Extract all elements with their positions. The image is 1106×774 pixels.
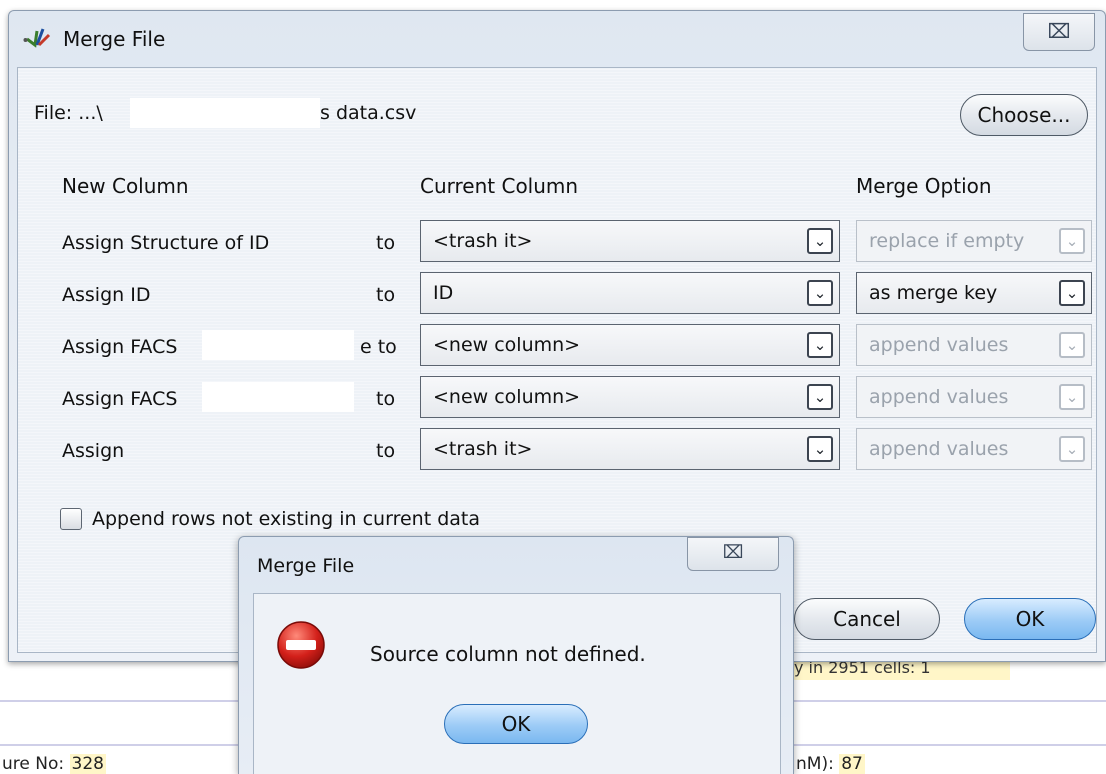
row-label: Assign FACS	[62, 388, 178, 410]
append-rows-label: Append rows not existing in current data	[92, 508, 480, 530]
row-label: Assign Structure of ID	[62, 232, 270, 254]
error-dialog-close-button[interactable]: ⌧	[687, 537, 779, 571]
row-to: e to	[360, 336, 397, 358]
redacted-block	[202, 382, 354, 412]
row-to: to	[376, 232, 396, 254]
append-rows-checkbox[interactable]	[60, 508, 82, 530]
bg-status-right-value: 87	[839, 754, 865, 774]
row-label: Assign	[62, 440, 125, 462]
current-column-select[interactable]: <new column> ⌄	[420, 324, 840, 366]
merge-option-value: append values	[869, 438, 1009, 460]
row-to: to	[376, 284, 396, 306]
bg-status-left: ure No: 328	[2, 754, 106, 774]
file-name-suffix: s data.csv	[320, 102, 417, 124]
dialog-title: Merge File	[63, 27, 166, 51]
bg-status-left-label: ure No:	[2, 754, 65, 774]
chevron-down-icon[interactable]: ⌄	[1059, 436, 1085, 462]
current-column-select[interactable]: <trash it> ⌄	[420, 220, 840, 262]
merge-option-value: replace if empty	[869, 230, 1025, 252]
chevron-down-icon[interactable]: ⌄	[807, 332, 833, 358]
current-column-value: <new column>	[433, 386, 581, 408]
error-dialog-title: Merge File	[257, 555, 355, 577]
current-column-value: <new column>	[433, 334, 581, 356]
header-current-column: Current Column	[420, 174, 579, 198]
error-ok-button[interactable]: OK	[444, 704, 588, 744]
chevron-down-icon[interactable]: ⌄	[807, 384, 833, 410]
chevron-down-icon[interactable]: ⌄	[807, 228, 833, 254]
cancel-button[interactable]: Cancel	[794, 598, 940, 640]
current-column-value: <trash it>	[433, 230, 533, 252]
choose-file-button[interactable]: Choose...	[960, 94, 1088, 136]
bg-status-left-value: 328	[69, 754, 106, 774]
redacted-block	[130, 98, 320, 128]
current-column-value: <trash it>	[433, 438, 533, 460]
dialog-close-button[interactable]: ⌧	[1023, 13, 1095, 51]
bg-status-right: nM): 87	[796, 754, 865, 774]
row-to: to	[376, 388, 396, 410]
dialog-titlebar[interactable]: Merge File ⌧	[9, 11, 1105, 67]
bg-status-right-label: nM):	[796, 754, 834, 774]
error-dialog: Merge File ⌧ Source column not defined. …	[238, 536, 794, 774]
row-label: Assign FACS	[62, 336, 178, 358]
chevron-down-icon[interactable]: ⌄	[807, 436, 833, 462]
chevron-down-icon[interactable]: ⌄	[1059, 332, 1085, 358]
chevron-down-icon[interactable]: ⌄	[807, 280, 833, 306]
current-column-select[interactable]: <new column> ⌄	[420, 376, 840, 418]
merge-option-value: as merge key	[869, 282, 998, 304]
error-message: Source column not defined.	[370, 642, 646, 666]
current-column-select[interactable]: ID ⌄	[420, 272, 840, 314]
merge-option-select[interactable]: append values ⌄	[856, 376, 1092, 418]
row-to: to	[376, 440, 396, 462]
chevron-down-icon[interactable]: ⌄	[1059, 280, 1085, 306]
redacted-block	[202, 330, 354, 360]
ok-button[interactable]: OK	[964, 598, 1096, 640]
error-dialog-content: Source column not defined. OK	[253, 593, 781, 774]
header-merge-option: Merge Option	[856, 174, 992, 198]
file-path-label: File: ...\	[34, 102, 103, 124]
current-column-value: ID	[433, 282, 454, 304]
error-icon	[277, 621, 325, 669]
merge-option-value: append values	[869, 386, 1009, 408]
merge-option-value: append values	[869, 334, 1009, 356]
chevron-down-icon[interactable]: ⌄	[1059, 384, 1085, 410]
merge-option-select[interactable]: append values ⌄	[856, 428, 1092, 470]
merge-option-select[interactable]: replace if empty ⌄	[856, 220, 1092, 262]
row-label: Assign ID	[62, 284, 151, 306]
current-column-select[interactable]: <trash it> ⌄	[420, 428, 840, 470]
app-logo-icon	[23, 28, 51, 48]
merge-option-select[interactable]: as merge key ⌄	[856, 272, 1092, 314]
header-new-column: New Column	[62, 174, 189, 198]
chevron-down-icon[interactable]: ⌄	[1059, 228, 1085, 254]
merge-option-select[interactable]: append values ⌄	[856, 324, 1092, 366]
